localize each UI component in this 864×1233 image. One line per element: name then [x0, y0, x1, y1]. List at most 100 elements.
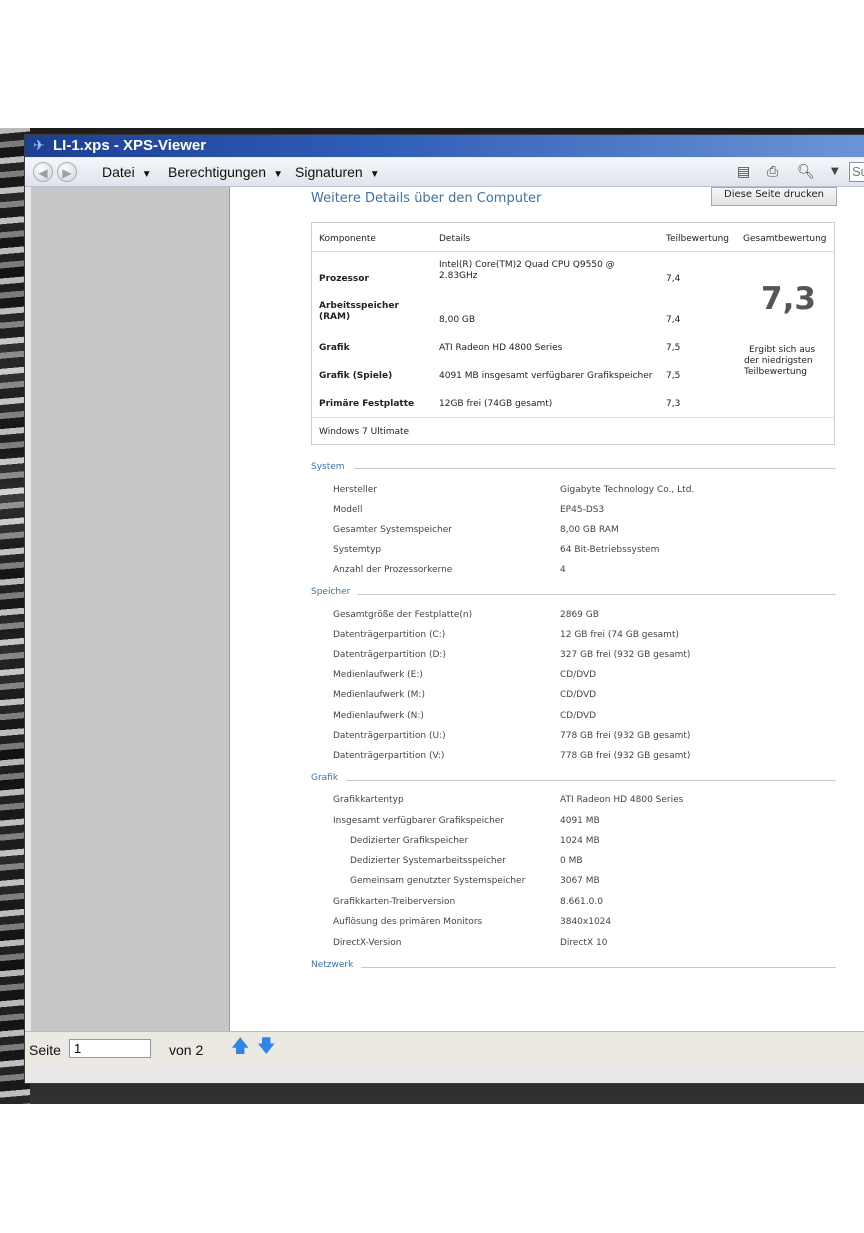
spec-label: Datenträgerpartition (U:)	[333, 731, 446, 741]
os-divider	[312, 417, 834, 418]
menu-signaturen[interactable]: Signaturen ▼	[295, 164, 380, 180]
zoom-dropdown-icon[interactable]: ▼	[831, 163, 839, 181]
header-divider	[312, 251, 834, 252]
spec-value: 3840x1024	[560, 917, 612, 927]
previous-page-arrow-icon[interactable]: 🡅	[231, 1036, 250, 1058]
spec-label: Anzahl der Prozessorkerne	[333, 565, 453, 575]
spec-label: Auflösung des primären Monitors	[333, 917, 483, 927]
row-details: 2.83GHz	[439, 271, 478, 281]
spec-label: Datenträgerpartition (C:)	[333, 630, 446, 640]
spec-value: EP45-DS3	[560, 505, 605, 515]
row-score: 7,4	[666, 315, 681, 325]
row-component: Primäre Festplatte	[319, 399, 415, 409]
summary-table: Komponente Details Teilbewertung Gesamtb…	[311, 222, 835, 445]
row-component: Prozessor	[319, 274, 369, 284]
status-bar: Seite 1 von 2 🡅 🡇	[25, 1031, 864, 1068]
page-count-label: von 2	[169, 1042, 204, 1058]
spec-label: DirectX-Version	[333, 938, 402, 948]
spec-value: 8,00 GB RAM	[560, 525, 619, 535]
xps-viewer-window: ✈ LI-1.xps - XPS-Viewer ◀ ▶ Datei ▼ Berec…	[24, 134, 864, 1084]
row-component: (RAM)	[319, 312, 351, 322]
row-score: 7,3	[666, 399, 681, 409]
spec-value: CD/DVD	[560, 711, 597, 721]
document-page: Weitere Details über den Computer Diese …	[230, 187, 864, 1065]
page-label: Seite	[29, 1042, 61, 1058]
spec-label: Modell	[333, 505, 363, 515]
section-rule	[357, 594, 836, 595]
os-name: Windows 7 Ultimate	[319, 427, 410, 437]
col-header-total: Gesamtbewertung	[743, 234, 827, 244]
chevron-down-icon: ▼	[369, 169, 380, 180]
row-score: 7,5	[666, 371, 681, 381]
menu-berechtigungen-label: Berechtigungen	[168, 164, 267, 180]
total-note: Teilbewertung	[744, 367, 808, 377]
spec-label: Dedizierter Systemarbeitsspeicher	[350, 856, 506, 866]
print-icon[interactable]: ⎙	[767, 163, 778, 181]
thumbnail-pane	[31, 187, 230, 1065]
spec-value: CD/DVD	[560, 670, 597, 680]
spec-label: Gesamtgröße der Festplatte(n)	[333, 610, 473, 620]
spec-label: Medienlaufwerk (N:)	[333, 711, 424, 721]
xps-app-icon: ✈	[33, 138, 45, 154]
spec-label: Medienlaufwerk (E:)	[333, 670, 423, 680]
section-heading-system: System	[311, 462, 345, 472]
spec-label: Dedizierter Grafikspeicher	[350, 836, 469, 846]
section-heading-grafik: Grafik	[311, 773, 339, 783]
spec-value: ATI Radeon HD 4800 Series	[560, 795, 684, 805]
menu-bar: ◀ ▶ Datei ▼ Berechtigungen ▼ Signaturen ▼ ▤…	[25, 158, 864, 187]
spec-value: 8.661.0.0	[560, 897, 603, 907]
row-score: 7,4	[666, 274, 681, 284]
spec-value: 4091 MB	[560, 816, 600, 826]
spec-label: Medienlaufwerk (M:)	[333, 690, 425, 700]
spec-label: Grafikkartentyp	[333, 795, 404, 805]
row-details: 4091 MB insgesamt verfügbarer Grafikspei…	[439, 371, 653, 381]
spec-label: Gemeinsam genutzter Systemspeicher	[350, 876, 526, 886]
zoom-icon[interactable]: 🔍︎	[797, 163, 815, 181]
spec-value: 778 GB frei (932 GB gesamt)	[560, 751, 691, 761]
search-input[interactable]: Su	[849, 162, 864, 182]
forward-button[interactable]: ▶	[57, 162, 77, 182]
page-view-icon[interactable]: ▤	[737, 163, 750, 181]
spec-label: Hersteller	[333, 485, 377, 495]
back-button[interactable]: ◀	[33, 162, 53, 182]
section-rule	[346, 780, 836, 781]
spec-label: Datenträgerpartition (D:)	[333, 650, 446, 660]
section-heading-speicher: Speicher	[311, 587, 351, 597]
row-details: ATI Radeon HD 4800 Series	[439, 343, 563, 353]
spec-value: 12 GB frei (74 GB gesamt)	[560, 630, 679, 640]
spec-value: 327 GB frei (932 GB gesamt)	[560, 650, 691, 660]
row-details: 12GB frei (74GB gesamt)	[439, 399, 553, 409]
total-note: Ergibt sich aus	[749, 345, 816, 355]
col-header-sub: Teilbewertung	[666, 234, 730, 244]
spec-label: Systemtyp	[333, 545, 382, 555]
chevron-down-icon: ▼	[273, 169, 283, 180]
title-bar[interactable]: ✈ LI-1.xps - XPS-Viewer	[25, 135, 864, 157]
spec-label: Grafikkarten-Treiberversion	[333, 897, 456, 907]
row-component: Grafik	[319, 343, 350, 353]
total-note: der niedrigsten	[744, 356, 813, 366]
spec-value: 2869 GB	[560, 610, 599, 620]
forward-arrow-icon: ▶	[62, 166, 72, 180]
section-rule	[354, 468, 836, 469]
spec-value: DirectX 10	[560, 938, 608, 948]
spec-value: 64 Bit-Betriebssystem	[560, 545, 660, 555]
menu-signaturen-label: Signaturen	[295, 164, 363, 180]
row-score: 7,5	[666, 343, 681, 353]
spec-label: Insgesamt verfügbarer Grafikspeicher	[333, 816, 505, 826]
row-details: 8,00 GB	[439, 315, 476, 325]
menu-datei[interactable]: Datei ▼	[102, 164, 152, 180]
menu-berechtigungen[interactable]: Berechtigungen ▼	[168, 164, 283, 180]
row-component: Grafik (Spiele)	[319, 371, 393, 381]
spec-value: 1024 MB	[560, 836, 600, 846]
spec-value: Gigabyte Technology Co., Ltd.	[560, 485, 695, 495]
page-number-input[interactable]: 1	[69, 1039, 151, 1058]
col-header-details: Details	[439, 234, 471, 244]
print-page-button[interactable]: Diese Seite drucken	[711, 187, 837, 206]
window-title: LI-1.xps - XPS-Viewer	[53, 137, 207, 154]
chevron-down-icon: ▼	[141, 169, 152, 180]
section-rule	[361, 967, 836, 968]
next-page-arrow-icon[interactable]: 🡇	[257, 1036, 276, 1058]
total-score: 7,3	[761, 281, 816, 317]
page-title: Weitere Details über den Computer	[311, 191, 542, 206]
menu-datei-label: Datei	[102, 164, 135, 180]
